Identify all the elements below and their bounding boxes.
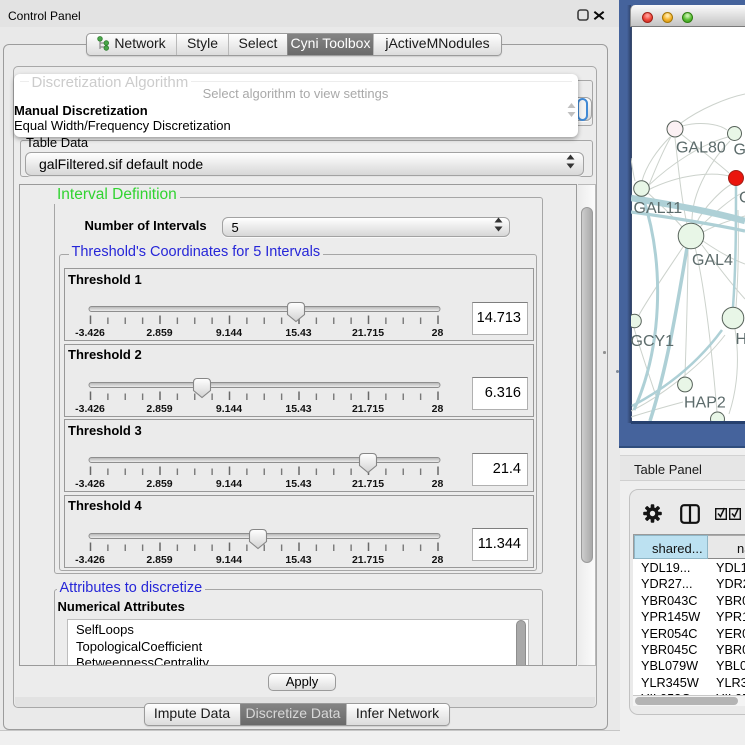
svg-text:GA: GA <box>734 142 745 159</box>
svg-text:GCY1: GCY1 <box>631 333 674 350</box>
svg-text:HI: HI <box>736 331 745 348</box>
svg-text:GAL4: GAL4 <box>692 252 733 269</box>
svg-text:GAL11: GAL11 <box>634 200 683 217</box>
svg-text:GAL80: GAL80 <box>676 140 726 157</box>
svg-text:CR: CR <box>739 190 745 207</box>
svg-text:HAP2: HAP2 <box>684 395 726 412</box>
